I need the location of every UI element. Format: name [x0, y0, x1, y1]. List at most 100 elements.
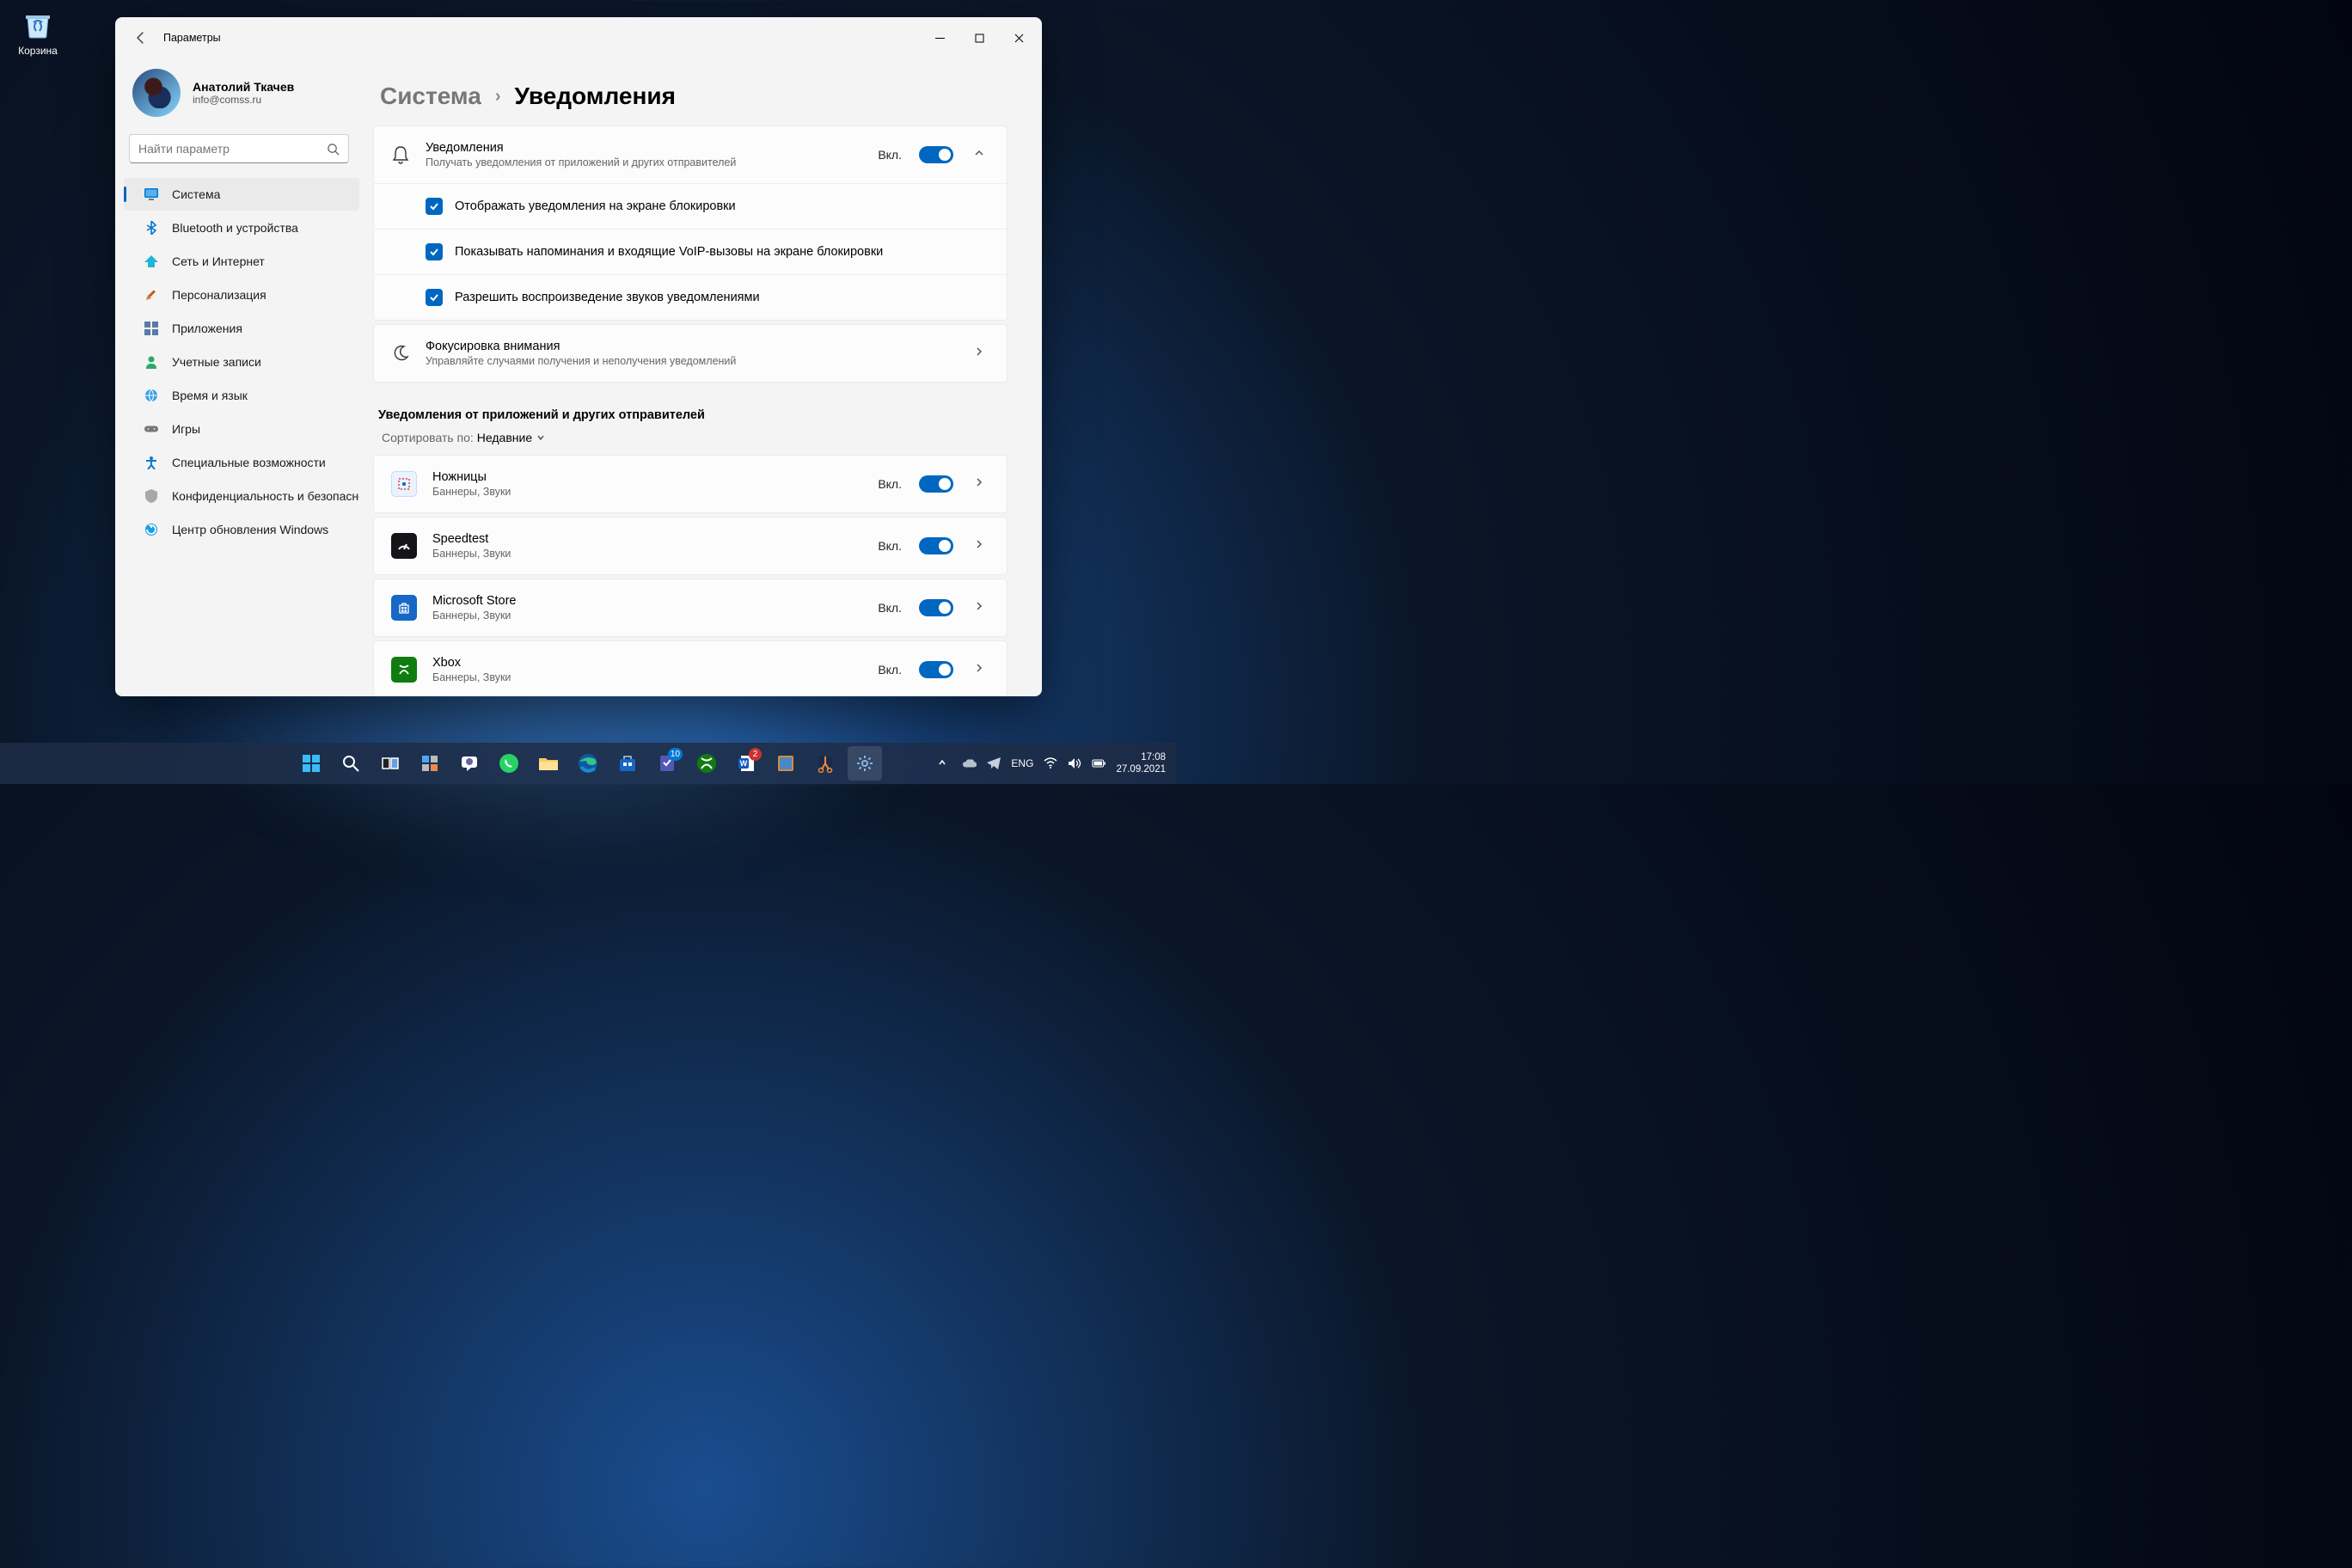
profile-block[interactable]: Анатолий Ткачев info@comss.ru — [115, 58, 363, 131]
search-box[interactable] — [129, 134, 349, 163]
taskbar-widgets[interactable] — [413, 746, 447, 781]
taskbar-search[interactable] — [334, 746, 368, 781]
privacy-icon — [144, 489, 158, 503]
app-row-msstore[interactable]: Microsoft Store Баннеры, Звуки Вкл. — [373, 579, 1008, 637]
tray-onedrive-icon[interactable] — [963, 756, 977, 770]
recycle-bin-icon — [21, 7, 55, 41]
nav-item-accessibility[interactable]: Специальные возможности — [124, 446, 359, 479]
nav-item-network[interactable]: Сеть и Интернет — [124, 245, 359, 278]
focus-sub: Управляйте случаями получения и неполуче… — [426, 355, 953, 367]
nav-list: Система Bluetooth и устройства Сеть и Ин… — [115, 174, 363, 550]
nav-item-windows-update[interactable]: Центр обновления Windows — [124, 513, 359, 546]
speedtest-icon — [391, 533, 417, 559]
app-row-speedtest[interactable]: Speedtest Баннеры, Звуки Вкл. — [373, 517, 1008, 575]
taskbar-store[interactable] — [610, 746, 645, 781]
focus-card[interactable]: Фокусировка внимания Управляйте случаями… — [373, 324, 1008, 383]
tray-clock[interactable]: 17:08 27.09.2021 — [1116, 751, 1166, 776]
search-input[interactable] — [138, 142, 327, 156]
tray-language[interactable]: ENG — [1011, 757, 1033, 769]
taskbar-center: 10 W2 — [294, 746, 882, 781]
taskbar-chat[interactable] — [452, 746, 487, 781]
tray-overflow[interactable] — [932, 757, 952, 770]
focus-title: Фокусировка внимания — [426, 340, 953, 353]
notifications-title: Уведомления — [426, 141, 862, 155]
svg-text:W: W — [740, 759, 748, 768]
bell-icon — [391, 145, 410, 164]
back-button[interactable] — [132, 29, 150, 46]
nav-item-personalization[interactable]: Персонализация — [124, 279, 359, 311]
profile-email: info@comss.ru — [193, 94, 294, 106]
gaming-icon — [144, 422, 158, 436]
checkbox-1[interactable] — [426, 198, 443, 215]
sort-dropdown[interactable]: Сортировать по: Недавние — [373, 427, 1008, 455]
taskbar-xbox[interactable] — [689, 746, 724, 781]
taskbar-word[interactable]: W2 — [729, 746, 763, 781]
app-toggle[interactable] — [919, 537, 953, 554]
notifications-toggle[interactable] — [919, 146, 953, 163]
tray-volume-icon[interactable] — [1068, 756, 1081, 770]
check-sounds[interactable]: Разрешить воспроизведение звуков уведомл… — [374, 274, 1007, 320]
time-language-icon — [144, 389, 158, 402]
taskbar-settings[interactable] — [848, 746, 882, 781]
start-button[interactable] — [294, 746, 328, 781]
check-lockscreen[interactable]: Отображать уведомления на экране блокиро… — [374, 183, 1007, 229]
breadcrumb-parent[interactable]: Система — [380, 83, 481, 110]
taskbar-taskview[interactable] — [373, 746, 407, 781]
titlebar: Параметры — [115, 17, 1042, 58]
taskbar-right: ENG 17:08 27.09.2021 — [932, 751, 1176, 776]
chevron-right-icon — [969, 476, 989, 493]
chevron-right-icon — [969, 600, 989, 616]
notifications-state: Вкл. — [878, 148, 902, 162]
close-button[interactable] — [999, 24, 1038, 52]
nav-item-accounts[interactable]: Учетные записи — [124, 346, 359, 378]
notifications-header-row[interactable]: Уведомления Получать уведомления от прил… — [374, 126, 1007, 183]
tray-battery-icon[interactable] — [1092, 756, 1106, 770]
breadcrumb-current: Уведомления — [515, 83, 676, 110]
microsoft-store-icon — [391, 595, 417, 621]
taskbar-explorer[interactable] — [531, 746, 566, 781]
maximize-button[interactable] — [959, 24, 999, 52]
avatar — [132, 69, 181, 117]
checkbox-3[interactable] — [426, 289, 443, 306]
tray-wifi-icon[interactable] — [1044, 756, 1057, 770]
apps-icon — [144, 322, 158, 335]
app-row-xbox[interactable]: Xbox Баннеры, Звуки Вкл. — [373, 640, 1008, 696]
app-toggle[interactable] — [919, 599, 953, 616]
app-row-snipping[interactable]: Ножницы Баннеры, Звуки Вкл. — [373, 455, 1008, 513]
notifications-sub: Получать уведомления от приложений и дру… — [426, 156, 862, 168]
windows-update-icon — [144, 523, 158, 536]
taskbar: 10 W2 ENG 17:08 27.09.2021 — [0, 743, 1176, 784]
personalization-icon — [144, 288, 158, 302]
checkbox-2[interactable] — [426, 243, 443, 260]
chevron-down-icon — [536, 432, 546, 443]
collapse-chevron-icon[interactable] — [969, 147, 989, 163]
app-toggle[interactable] — [919, 475, 953, 493]
taskbar-edge[interactable] — [571, 746, 605, 781]
taskbar-powertoys[interactable] — [769, 746, 803, 781]
taskbar-snipping[interactable] — [808, 746, 842, 781]
nav-item-privacy[interactable]: Конфиденциальность и безопасность — [124, 480, 359, 512]
chevron-right-icon — [969, 538, 989, 554]
sidebar: Анатолий Ткачев info@comss.ru Система Bl… — [115, 58, 373, 696]
nav-item-gaming[interactable]: Игры — [124, 413, 359, 445]
nav-item-apps[interactable]: Приложения — [124, 312, 359, 345]
app-toggle[interactable] — [919, 661, 953, 678]
nav-item-system[interactable]: Система — [124, 178, 359, 211]
tray-telegram-icon[interactable] — [987, 756, 1001, 770]
system-icon — [144, 187, 158, 201]
taskbar-whatsapp[interactable] — [492, 746, 526, 781]
settings-window: Параметры Анатолий Ткачев info@comss.ru … — [115, 17, 1042, 696]
network-icon — [144, 254, 158, 268]
nav-item-bluetooth[interactable]: Bluetooth и устройства — [124, 211, 359, 244]
chevron-right-icon — [969, 346, 989, 362]
nav-item-time-language[interactable]: Время и язык — [124, 379, 359, 412]
desktop-icon-recycle-bin[interactable]: Корзина — [10, 7, 65, 57]
desktop-icon-label: Корзина — [10, 45, 65, 57]
breadcrumb: Система › Уведомления — [373, 69, 1008, 126]
search-icon — [327, 143, 340, 156]
check-voip[interactable]: Показывать напоминания и входящие VoIP-в… — [374, 229, 1007, 274]
taskbar-todo[interactable]: 10 — [650, 746, 684, 781]
apps-section-heading: Уведомления от приложений и других отпра… — [373, 386, 1008, 427]
minimize-button[interactable] — [920, 24, 959, 52]
main-content[interactable]: Система › Уведомления Уведомления Получа… — [373, 58, 1042, 696]
